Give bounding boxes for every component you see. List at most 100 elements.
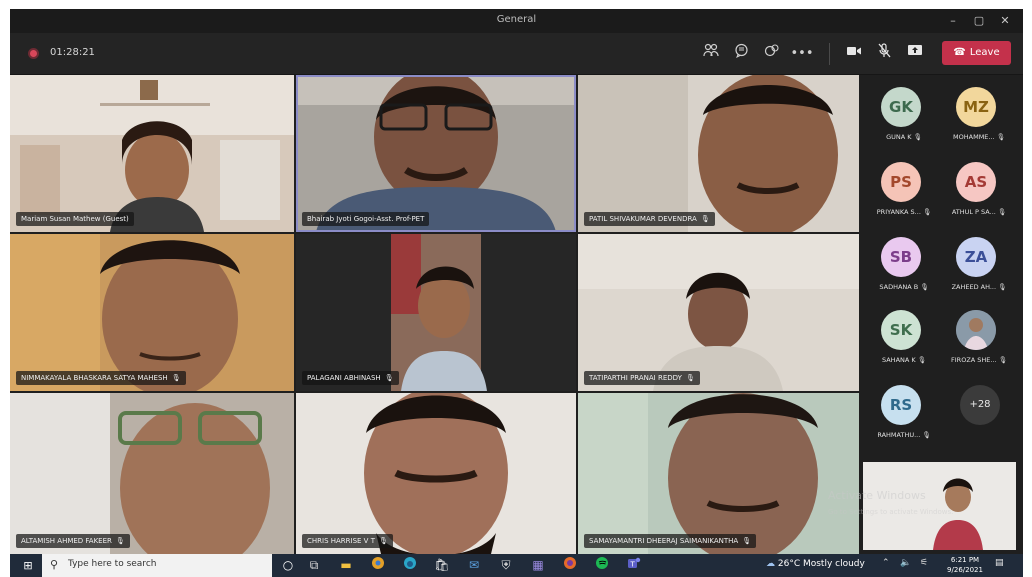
mic-muted-icon: 🎙	[685, 374, 695, 382]
participant-avatar-item[interactable]: ZA ZAHEED AH... 🎙	[940, 237, 1010, 299]
video-tile[interactable]: ALTAMISH AHMED FAKEER 🎙	[10, 393, 294, 554]
file-explorer-icon[interactable]: ▬	[335, 556, 357, 575]
participant-name: CHRIS HARRISE V T	[307, 537, 375, 545]
reactions-icon[interactable]	[759, 43, 783, 65]
spotify-icon[interactable]	[591, 556, 613, 575]
chrome-icon[interactable]	[367, 556, 389, 575]
leave-button[interactable]: ☎ Leave	[942, 41, 1011, 65]
share-screen-icon[interactable]	[903, 43, 927, 65]
video-tile[interactable]: SAMAYAMANTRI DHEERAJ SAIMANIKANTHA 🎙	[578, 393, 859, 554]
mic-muted-icon: 🎙	[917, 356, 926, 364]
video-tile[interactable]: PALAGANI ABHINASH 🎙	[296, 234, 576, 391]
participant-name: TATIPARTHI PRANAI REDDY	[589, 374, 682, 382]
avatar: PS	[881, 162, 921, 202]
participant-avatar-item[interactable]: RS RAHMATHU... 🎙	[865, 385, 935, 447]
participant-name: MOHAMME... 🎙	[953, 133, 1005, 141]
app-icon[interactable]: ▦	[527, 556, 549, 575]
chevron-up-icon[interactable]: ⌃	[882, 558, 890, 568]
mic-muted-icon: 🎙	[920, 283, 929, 291]
store-icon[interactable]: 🛍	[431, 556, 453, 575]
firefox-icon[interactable]	[559, 556, 581, 575]
participant-name: PATIL SHIVAKUMAR DEVENDRA	[589, 215, 697, 223]
maximize-icon[interactable]: ▢	[966, 11, 992, 31]
participant-avatar-item[interactable]: AS ATHUL P SA... 🎙	[940, 162, 1010, 224]
search-icon: ⚲	[50, 558, 59, 571]
camera-icon[interactable]	[842, 43, 866, 65]
activate-windows-subtext: Go to Settings to activate Windows.	[828, 508, 954, 516]
windows-start-icon[interactable]: ⊞	[14, 554, 42, 577]
participant-name: PALAGANI ABHINASH	[307, 374, 381, 382]
weather-widget[interactable]: ☁ 26°C Mostly cloudy	[766, 559, 865, 569]
mail-icon[interactable]: ✉	[463, 556, 485, 575]
windows-taskbar: ⊞ ⚲ Type here to search ○ ⧉ ▬ 🛍 ✉ ⛨ ▦ T …	[10, 554, 1023, 577]
self-view-video[interactable]	[863, 462, 1016, 550]
mic-muted-icon[interactable]	[872, 43, 896, 65]
title-bar: General – ▢ ✕	[10, 9, 1023, 33]
chat-icon[interactable]	[729, 43, 753, 65]
participant-name-label: ALTAMISH AHMED FAKEER 🎙	[16, 534, 130, 548]
network-icon[interactable]: ⚟	[920, 558, 928, 568]
taskbar-clock[interactable]: 6:21 PM 9/26/2021	[945, 555, 985, 575]
taskbar-search-box[interactable]: ⚲ Type here to search	[42, 554, 272, 577]
task-view-icon[interactable]: ⧉	[303, 556, 325, 575]
more-participants-button[interactable]: +28	[960, 385, 1000, 425]
mic-muted-icon: 🎙	[384, 374, 394, 382]
participant-avatar-item[interactable]: SB SADHANA B 🎙	[865, 237, 935, 299]
participant-avatar-item[interactable]: GK GUNA K 🎙	[865, 87, 935, 149]
participant-name: ZAHEED AH... 🎙	[951, 283, 1007, 291]
clock-date: 9/26/2021	[947, 566, 983, 574]
participant-name: ATHUL P SA... 🎙	[951, 208, 1007, 216]
video-tile[interactable]: TATIPARTHI PRANAI REDDY 🎙	[578, 234, 859, 391]
cortana-icon[interactable]: ○	[277, 556, 299, 575]
mic-muted-icon: 🎙	[922, 208, 932, 216]
avatar: GK	[881, 87, 921, 127]
video-tile[interactable]: NIMMAKAYALA BHASKARA SATYA MAHESH 🎙	[10, 234, 294, 391]
avatar: RS	[881, 385, 921, 425]
meeting-timer: 01:28:21	[50, 47, 95, 58]
participant-name-label: CHRIS HARRISE V T 🎙	[302, 534, 393, 548]
avatar: SK	[881, 310, 921, 350]
mic-muted-icon: 🎙	[115, 537, 125, 545]
participants-icon[interactable]	[699, 43, 723, 65]
activate-windows-watermark: Activate Windows	[828, 489, 926, 502]
participant-avatar-item[interactable]: MZ MOHAMME... 🎙	[940, 87, 1010, 149]
mic-muted-icon: 🎙	[998, 283, 1007, 291]
close-icon[interactable]: ✕	[992, 11, 1018, 31]
participant-avatar-item[interactable]: PS PRIYANKA S... 🎙	[865, 162, 935, 224]
participant-name: PRIYANKA S... 🎙	[876, 208, 932, 216]
mic-muted-icon: 🎙	[378, 537, 388, 545]
mic-muted-icon: 🎙	[996, 133, 1005, 141]
teams-icon[interactable]: T	[623, 556, 645, 575]
search-placeholder: Type here to search	[68, 559, 157, 569]
weather-text: 26°C Mostly cloudy	[777, 559, 865, 569]
participant-avatar-item[interactable]: FIROZA SHE... 🎙	[940, 310, 1010, 372]
volume-icon[interactable]: 🔈	[900, 558, 911, 568]
mic-muted-icon: 🎙	[700, 215, 710, 223]
participant-avatar-item[interactable]: SK SAHANA K 🎙	[865, 310, 935, 372]
video-tile[interactable]: CHRIS HARRISE V T 🎙	[296, 393, 576, 554]
participant-name: RAHMATHU... 🎙	[877, 431, 931, 439]
video-tile[interactable]: PATIL SHIVAKUMAR DEVENDRA 🎙	[578, 75, 859, 232]
participant-name: NIMMAKAYALA BHASKARA SATYA MAHESH	[21, 374, 168, 382]
svg-text:T: T	[630, 561, 636, 569]
notifications-icon[interactable]: ▤	[995, 558, 1004, 568]
participant-name: GUNA K 🎙	[886, 133, 922, 141]
minimize-icon[interactable]: –	[940, 11, 966, 31]
participant-name: FIROZA SHE... 🎙	[951, 356, 1007, 364]
participant-name-label: Bhairab Jyoti Gogoi-Asst. Prof-PET	[302, 212, 430, 226]
toolbar-divider	[829, 43, 830, 65]
phone-hangup-icon: ☎	[953, 47, 966, 58]
mic-muted-icon: 🎙	[913, 133, 922, 141]
cloud-icon: ☁	[766, 559, 775, 569]
video-tile-active-speaker[interactable]: Bhairab Jyoti Gogoi-Asst. Prof-PET	[296, 75, 576, 232]
security-icon[interactable]: ⛨	[495, 556, 517, 575]
video-tile[interactable]: Mariam Susan Mathew (Guest)	[10, 75, 294, 232]
participant-name: ALTAMISH AHMED FAKEER	[21, 537, 112, 545]
avatar: SB	[881, 237, 921, 277]
avatar-photo	[956, 310, 996, 350]
participant-name: Mariam Susan Mathew (Guest)	[21, 215, 129, 223]
participant-name-label: PALAGANI ABHINASH 🎙	[302, 371, 399, 385]
mic-muted-icon: 🎙	[742, 537, 752, 545]
more-options-icon[interactable]: •••	[790, 43, 814, 65]
edge-icon[interactable]	[399, 556, 421, 575]
